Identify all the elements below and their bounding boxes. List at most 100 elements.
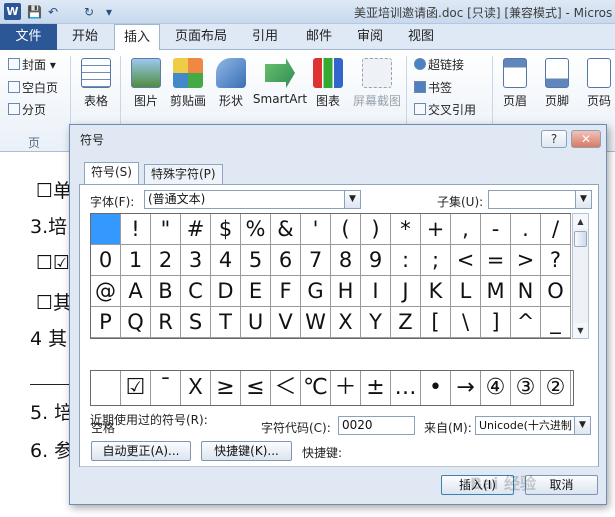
tab-insert[interactable]: 插入 [114,24,160,51]
hyperlink-button[interactable]: 超链接 [414,56,464,73]
symbol-cell[interactable]: Q [121,307,151,338]
symbol-cell[interactable]: ] [481,307,511,338]
symbol-cell[interactable]: H [331,276,361,307]
symbol-cell[interactable]: ) [361,214,391,245]
tab-home[interactable]: 开始 [62,24,108,50]
recent-symbol-cell[interactable]: ③ [511,371,541,405]
symbol-cell[interactable]: , [451,214,481,245]
bookmark-button[interactable]: 书签 [414,79,452,96]
recent-symbol-cell[interactable]: ± [361,371,391,405]
symbol-cell[interactable]: 1 [121,245,151,276]
tab-file[interactable]: 文件 [0,24,57,50]
symbol-grid-scrollbar[interactable]: ▲ ▼ [572,213,589,339]
tab-symbols[interactable]: 符号(S) [84,162,139,185]
symbol-cell[interactable]: ; [421,245,451,276]
symbol-cell[interactable]: N [511,276,541,307]
from-select[interactable]: Unicode(十六进制 ▼ [475,416,591,435]
symbol-cell[interactable]: Z [391,307,421,338]
character-code-input[interactable]: 0020 [338,416,415,435]
scroll-down-icon[interactable]: ▼ [573,323,588,338]
symbol-cell[interactable]: Y [361,307,391,338]
help-button[interactable]: ? [541,130,567,148]
symbol-cell[interactable]: S [181,307,211,338]
header-button[interactable]: 页眉 [498,58,532,109]
scroll-up-icon[interactable]: ▲ [573,214,588,229]
recent-symbol-cell[interactable]: ② [541,371,571,405]
symbol-cell[interactable]: 6 [271,245,301,276]
cover-page-button[interactable]: 封面 ▾ [8,56,56,73]
symbol-cell[interactable]: D [211,276,241,307]
table-button[interactable]: 表格 [78,58,114,109]
symbol-cell[interactable]: X [331,307,361,338]
symbol-cell[interactable]: R [151,307,181,338]
symbol-cell[interactable]: % [241,214,271,245]
symbol-cell[interactable]: 8 [331,245,361,276]
symbol-cell[interactable]: \ [451,307,481,338]
symbol-cell[interactable]: 7 [301,245,331,276]
symbol-cell[interactable]: # [181,214,211,245]
smartart-button[interactable]: SmartArt [252,58,308,106]
recent-symbol-cell[interactable]: ＋ [331,371,361,405]
tab-view[interactable]: 视图 [398,24,444,50]
symbol-cell[interactable]: / [541,214,571,245]
symbol-cell[interactable]: G [301,276,331,307]
symbol-cell[interactable] [91,214,121,245]
cross-reference-button[interactable]: 交叉引用 [414,101,476,118]
blank-page-button[interactable]: 空白页 [8,79,58,96]
symbol-cell[interactable]: F [271,276,301,307]
symbol-cell[interactable]: _ [541,307,571,338]
symbol-cell[interactable]: L [451,276,481,307]
symbol-cell[interactable]: O [541,276,571,307]
font-select[interactable]: (普通文本) ▼ [144,190,361,209]
symbol-cell[interactable]: + [421,214,451,245]
page-break-button[interactable]: 分页 [8,101,46,118]
recent-symbol-cell[interactable]: ≥ [211,371,241,405]
symbol-cell[interactable]: 3 [181,245,211,276]
clipart-button[interactable]: 剪贴画 [168,58,208,109]
recent-symbol-cell[interactable]: ℃ [301,371,331,405]
recent-symbol-cell[interactable] [91,371,121,405]
recent-symbol-cell[interactable]: ¯ [151,371,181,405]
symbol-cell[interactable]: ( [331,214,361,245]
recent-symbol-cell[interactable]: ＜ [271,371,301,405]
page-number-button[interactable]: 页码 [582,58,615,109]
symbol-cell[interactable]: : [391,245,421,276]
shortcut-key-button[interactable]: 快捷键(K)... [201,441,292,461]
close-button[interactable]: ✕ [571,130,601,148]
symbol-cell[interactable]: P [91,307,121,338]
tab-mailings[interactable]: 邮件 [296,24,342,50]
undo-icon[interactable]: ↶ [48,4,58,20]
recent-symbol-cell[interactable]: Ｘ [181,371,211,405]
customize-quick-access-icon[interactable]: ▾ [106,4,112,20]
symbol-cell[interactable]: $ [211,214,241,245]
symbol-cell[interactable]: . [511,214,541,245]
screenshot-button[interactable]: 屏幕截图 [350,58,404,109]
save-icon[interactable]: 💾 [27,4,42,20]
symbol-cell[interactable]: V [271,307,301,338]
symbol-cell[interactable]: I [361,276,391,307]
tab-page-layout[interactable]: 页面布局 [168,24,234,50]
symbol-cell[interactable]: ^ [511,307,541,338]
subset-select[interactable]: ▼ [488,190,592,209]
footer-button[interactable]: 页脚 [540,58,574,109]
symbol-cell[interactable]: ' [301,214,331,245]
recent-symbol-cell[interactable]: • [421,371,451,405]
symbol-cell[interactable]: W [301,307,331,338]
symbol-cell[interactable]: @ [91,276,121,307]
tab-references[interactable]: 引用 [242,24,288,50]
chart-button[interactable]: 图表 [312,58,344,109]
symbol-cell[interactable]: 4 [211,245,241,276]
symbol-cell[interactable]: C [181,276,211,307]
symbol-cell[interactable]: ? [541,245,571,276]
symbol-cell[interactable]: U [241,307,271,338]
redo-icon[interactable]: ↻ [84,4,94,20]
symbol-cell[interactable]: 5 [241,245,271,276]
recent-symbol-cell[interactable]: ④ [481,371,511,405]
recent-symbol-cell[interactable]: → [451,371,481,405]
symbol-cell[interactable]: * [391,214,421,245]
word-app-icon[interactable]: W [4,3,21,20]
symbol-cell[interactable]: 0 [91,245,121,276]
symbol-cell[interactable]: E [241,276,271,307]
recent-symbol-cell[interactable]: … [391,371,421,405]
symbol-cell[interactable]: T [211,307,241,338]
